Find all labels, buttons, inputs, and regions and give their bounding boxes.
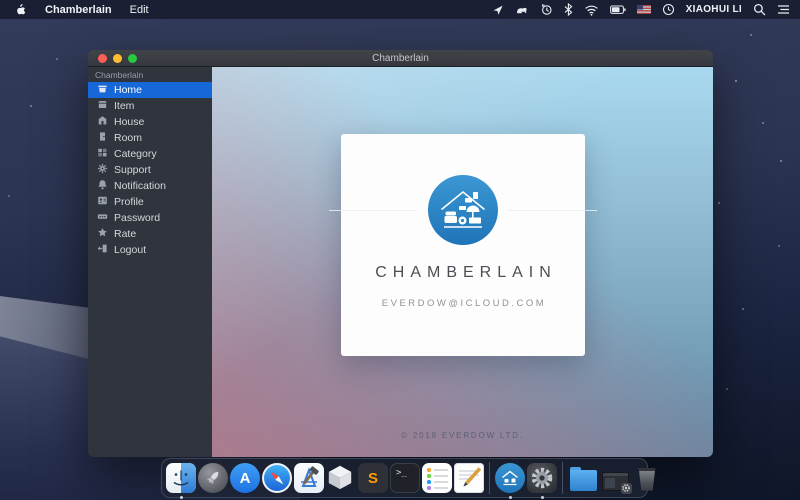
sidebar-item-notification[interactable]: Notification <box>88 178 212 194</box>
dock: A S >_ <box>161 458 656 499</box>
sidebar-item-room[interactable]: Room <box>88 130 212 146</box>
dock-xcode-icon[interactable] <box>294 463 324 493</box>
rate-icon <box>97 227 108 241</box>
running-indicator-dot <box>179 496 183 499</box>
us-flag-icon[interactable] <box>636 5 651 14</box>
support-icon <box>97 163 108 177</box>
dock-textedit-icon[interactable] <box>454 463 484 493</box>
dock-cube-icon[interactable] <box>326 463 356 493</box>
dock-safari-icon[interactable] <box>262 463 292 493</box>
dock-reminders-icon[interactable] <box>422 463 452 493</box>
sidebar-header: Chamberlain <box>95 70 144 80</box>
search-icon[interactable] <box>753 3 766 16</box>
card-app-title: CHAMBERLAIN <box>375 264 557 281</box>
dock-separator <box>562 462 563 494</box>
sidebar-item-password[interactable]: Password <box>88 210 212 226</box>
house-icon <box>97 115 108 129</box>
sidebar-item-label: Item <box>114 100 135 112</box>
logout-icon <box>97 243 108 257</box>
room-icon <box>97 131 108 145</box>
sidebar-item-label: Support <box>114 164 151 176</box>
sidebar-item-rate[interactable]: Rate <box>88 226 212 242</box>
card-divider-line <box>508 210 597 211</box>
dock-chamberlain-icon[interactable] <box>495 463 525 499</box>
dock-launchpad-icon[interactable] <box>198 463 228 493</box>
notification-center-icon[interactable] <box>777 4 790 15</box>
sidebar-item-label: Home <box>114 84 143 96</box>
menu-bar: Chamberlain Edit XIAOHUI LI <box>0 0 800 19</box>
card-divider-line <box>329 210 417 211</box>
sidebar-item-profile[interactable]: Profile <box>88 194 212 210</box>
dock-trash-icon[interactable] <box>632 463 662 493</box>
running-indicator-dot <box>508 496 512 499</box>
sidebar-item-label: Room <box>114 132 143 144</box>
profile-card: CHAMBERLAIN EVERDOW@ICLOUD.COM <box>341 134 585 356</box>
desktop: Chamberlain Edit XIAOHUI LI Chamberlain … <box>0 0 800 500</box>
password-icon <box>97 211 108 225</box>
sidebar-item-label: Profile <box>114 196 144 208</box>
sidebar-item-label: Category <box>114 148 157 160</box>
sidebar-item-label: Logout <box>114 244 147 256</box>
sidebar-item-label: House <box>114 116 145 128</box>
dock-finder-icon[interactable] <box>166 463 196 499</box>
sidebar-item-item[interactable]: Item <box>88 98 212 114</box>
sidebar: Chamberlain Home Item House Room Category Sup… <box>88 67 212 457</box>
sidebar-item-label: Notification <box>114 180 166 192</box>
sidebar-item-label: Rate <box>114 228 137 240</box>
card-account-email: EVERDOW@ICLOUD.COM <box>381 298 547 309</box>
menu-edit[interactable]: Edit <box>130 4 149 16</box>
notification-icon <box>97 179 108 193</box>
sidebar-item-house[interactable]: House <box>88 114 212 130</box>
window-titlebar[interactable]: Chamberlain <box>88 50 713 67</box>
battery-icon[interactable] <box>609 5 626 15</box>
dock-separator <box>489 462 490 494</box>
app-window: Chamberlain Chamberlain Home Item House Roo… <box>88 50 713 457</box>
apple-menu-icon[interactable] <box>14 3 27 17</box>
window-title: Chamberlain <box>372 53 429 64</box>
time-machine-icon[interactable] <box>540 3 553 16</box>
clock-icon[interactable] <box>662 3 675 16</box>
sidebar-item-category[interactable]: Category <box>88 146 212 162</box>
sidebar-item-home[interactable]: Home <box>88 82 212 98</box>
menu-username[interactable]: XIAOHUI LI <box>686 4 742 15</box>
dock-terminal-icon[interactable]: >_ <box>390 463 420 493</box>
main-content: CHAMBERLAIN EVERDOW@ICLOUD.COM © 2018 EV… <box>212 67 713 457</box>
dock-minimized-window-icon[interactable] <box>600 463 632 494</box>
sidebar-item-logout[interactable]: Logout <box>88 242 212 258</box>
wifi-icon[interactable] <box>584 4 599 16</box>
dock-sublime-text-icon[interactable]: S <box>358 463 388 493</box>
profile-icon <box>97 195 108 209</box>
menu-app-name[interactable]: Chamberlain <box>45 4 112 16</box>
dock-app-store-icon[interactable]: A <box>230 463 260 493</box>
sidebar-item-support[interactable]: Support <box>88 162 212 178</box>
home-icon <box>97 83 108 97</box>
dock-downloads-folder-icon[interactable] <box>568 463 598 493</box>
category-icon <box>97 147 108 161</box>
copyright-text: © 2018 EVERDOW LTD. <box>401 431 524 440</box>
sidebar-item-label: Password <box>114 212 161 224</box>
dock-system-preferences-icon[interactable] <box>527 463 557 499</box>
item-icon <box>97 99 108 113</box>
running-indicator-dot <box>540 496 544 499</box>
location-icon[interactable] <box>492 4 504 16</box>
elephant-icon[interactable] <box>515 4 529 16</box>
chamberlain-house-logo-icon <box>428 175 498 245</box>
bluetooth-icon[interactable] <box>564 3 573 16</box>
